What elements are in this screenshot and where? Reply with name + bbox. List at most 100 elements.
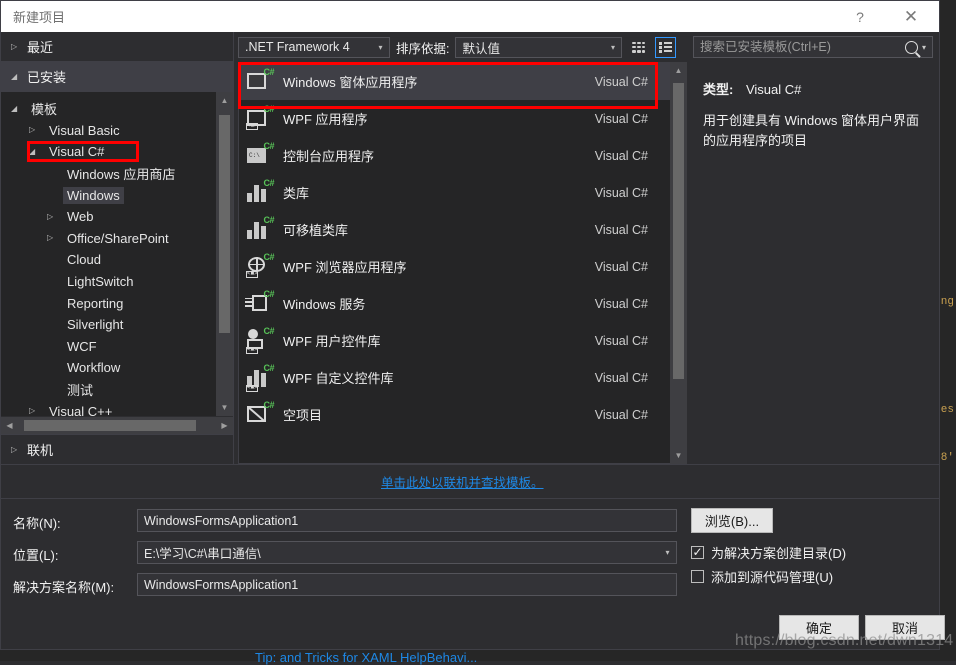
tree-item-reporting[interactable]: Reporting — [1, 292, 216, 314]
help-icon[interactable]: ? — [837, 1, 883, 32]
tree-item-lightswitch[interactable]: LightSwitch — [1, 271, 216, 293]
tree-item-label: Visual C++ — [45, 403, 116, 416]
template-list-item[interactable]: C#控制台应用程序Visual C# — [239, 137, 670, 174]
category-recent[interactable]: ▷ 最近 — [1, 32, 233, 62]
list-scroll-thumb[interactable] — [673, 83, 684, 379]
solution-name-input[interactable]: WindowsFormsApplication1 — [137, 573, 677, 596]
location-input[interactable]: E:\学习\C#\串口通信\ ▾ — [137, 541, 677, 564]
solution-name-value: WindowsFormsApplication1 — [138, 578, 298, 592]
tree-item-label: Silverlight — [63, 316, 127, 333]
tree-vertical-scrollbar[interactable]: ▲ ▼ — [216, 92, 233, 416]
tree-item-[interactable]: 测试 — [1, 379, 216, 401]
framework-dropdown[interactable]: .NET Framework 4 ▾ — [238, 37, 390, 58]
create-directory-checkbox[interactable] — [691, 546, 704, 559]
category-installed[interactable]: ◢ 已安装 — [1, 62, 233, 92]
create-directory-checkbox-row[interactable]: 为解决方案创建目录(D) — [691, 543, 846, 562]
scroll-up-icon[interactable]: ▲ — [670, 62, 687, 79]
tree-item-windows[interactable]: Windows 应用商店 — [1, 163, 216, 185]
chevron-down-icon[interactable]: ▾ — [922, 43, 926, 52]
tree-item-label: WCF — [63, 338, 101, 355]
tree-item-windows[interactable]: Windows — [1, 184, 216, 206]
backdrop-bottom-link[interactable]: Tip: and Tricks for XAML HelpBehavi... — [255, 650, 477, 665]
chevron-down-icon[interactable]: ▾ — [653, 548, 676, 557]
search-input[interactable] — [694, 39, 905, 55]
wpf-app-icon: <■>C# — [247, 106, 273, 132]
category-recent-label: 最近 — [27, 37, 53, 56]
template-name: 可移植类库 — [283, 220, 348, 239]
location-value: E:\学习\C#\串口通信\ — [138, 543, 261, 562]
template-list-item[interactable]: C#空项目Visual C# — [239, 396, 670, 433]
template-list-item[interactable]: C#Windows 服务Visual C# — [239, 285, 670, 322]
browse-button[interactable]: 浏览(B)... — [691, 508, 773, 533]
chevron-down-icon: ◢ — [11, 73, 27, 81]
categories-panel: ▷ 最近 ◢ 已安装 ◢模板▷Visual Basic◢Visual C#Win… — [1, 32, 234, 464]
tree-item-cloud[interactable]: Cloud — [1, 249, 216, 271]
tree-scroll-track[interactable] — [216, 109, 233, 399]
tree-horizontal-scrollbar[interactable]: ◀ ▶ — [1, 416, 233, 434]
template-description: 类型: Visual C# 用于创建具有 Windows 窗体用户界面的应用程序… — [693, 69, 933, 464]
framework-value: .NET Framework 4 — [239, 40, 350, 54]
source-control-checkbox[interactable] — [691, 570, 704, 583]
tree-item-workflow[interactable]: Workflow — [1, 357, 216, 379]
template-list-item[interactable]: <■>C#WPF 用户控件库Visual C# — [239, 322, 670, 359]
tree-item-visual-basic[interactable]: ▷Visual Basic — [1, 120, 216, 142]
scroll-right-icon[interactable]: ▶ — [216, 417, 233, 434]
list-view-icon[interactable] — [655, 37, 676, 58]
template-name: WPF 浏览器应用程序 — [283, 257, 407, 276]
search-box[interactable]: ▾ — [693, 36, 933, 58]
cancel-button[interactable]: 取消 — [865, 615, 945, 640]
tree-item-silverlight[interactable]: Silverlight — [1, 314, 216, 336]
tree-item-wcf[interactable]: WCF — [1, 336, 216, 358]
tree-item-label: Workflow — [63, 359, 124, 376]
list-scroll-track[interactable] — [670, 79, 687, 447]
template-list[interactable]: C#Windows 窗体应用程序Visual C#<■>C#WPF 应用程序Vi… — [238, 62, 670, 464]
class-library-icon: C# — [247, 180, 273, 206]
tree-item-office-sharepoint[interactable]: ▷Office/SharePoint — [1, 228, 216, 250]
tree-hscroll-track[interactable] — [18, 417, 216, 434]
ok-button[interactable]: 确定 — [779, 615, 859, 640]
template-name: 控制台应用程序 — [283, 146, 374, 165]
window-buttons: ? ✕ — [837, 1, 939, 32]
new-project-dialog: 新建项目 ? ✕ ▷ 最近 ◢ 已安装 ◢模板▷Visual Basic◢Vis… — [0, 0, 940, 650]
tree-item-web[interactable]: ▷Web — [1, 206, 216, 228]
category-online[interactable]: ▷ 联机 — [1, 434, 233, 464]
close-icon[interactable]: ✕ — [883, 1, 939, 32]
sort-dropdown[interactable]: 默认值 ▾ — [455, 37, 622, 58]
tree-item-visual-c#[interactable]: ◢Visual C# — [1, 141, 216, 163]
tree-item-label: LightSwitch — [63, 273, 137, 290]
chevron-down-icon[interactable]: ◢ — [29, 148, 45, 156]
template-list-scrollbar[interactable]: ▲ ▼ — [670, 62, 687, 464]
template-list-item[interactable]: <■>C#WPF 自定义控件库Visual C# — [239, 359, 670, 396]
scroll-down-icon[interactable]: ▼ — [216, 399, 233, 416]
project-name-input[interactable]: WindowsFormsApplication1 — [137, 509, 677, 532]
template-list-item[interactable]: <■>C#WPF 应用程序Visual C# — [239, 100, 670, 137]
dialog-body: ▷ 最近 ◢ 已安装 ◢模板▷Visual Basic◢Visual C#Win… — [1, 32, 939, 464]
tree-item-[interactable]: ◢模板 — [1, 98, 216, 120]
tree-scroll-thumb[interactable] — [219, 115, 230, 333]
scroll-up-icon[interactable]: ▲ — [216, 92, 233, 109]
chevron-down-icon[interactable]: ◢ — [11, 105, 27, 113]
search-icon[interactable] — [905, 41, 918, 54]
chevron-right-icon: ▷ — [11, 43, 27, 51]
template-list-item[interactable]: C#Windows 窗体应用程序Visual C# — [239, 63, 670, 100]
tree-item-label: Office/SharePoint — [63, 230, 173, 247]
tree-item-visual-c++[interactable]: ▷Visual C++ — [1, 400, 216, 416]
template-description-text: 用于创建具有 Windows 窗体用户界面的应用程序的项目 — [703, 111, 927, 151]
template-name: WPF 自定义控件库 — [283, 368, 394, 387]
chevron-right-icon[interactable]: ▷ — [47, 234, 63, 242]
tree-item-label: 测试 — [63, 379, 97, 400]
chevron-right-icon[interactable]: ▷ — [29, 407, 45, 415]
source-control-checkbox-row[interactable]: 添加到源代码管理(U) — [691, 567, 833, 586]
template-list-item[interactable]: C#可移植类库Visual C# — [239, 211, 670, 248]
chevron-right-icon[interactable]: ▷ — [29, 126, 45, 134]
chevron-right-icon[interactable]: ▷ — [47, 213, 63, 221]
template-list-item[interactable]: <■>C#WPF 浏览器应用程序Visual C# — [239, 248, 670, 285]
find-online-templates-link[interactable]: 单击此处以联机并查找模板。 — [381, 472, 544, 491]
template-name: 空项目 — [283, 405, 322, 424]
scroll-left-icon[interactable]: ◀ — [1, 417, 18, 434]
template-list-item[interactable]: C#类库Visual C# — [239, 174, 670, 211]
scroll-down-icon[interactable]: ▼ — [670, 447, 687, 464]
grid-view-icon[interactable] — [628, 37, 649, 58]
tree-hscroll-thumb[interactable] — [24, 420, 196, 431]
chevron-right-icon: ▷ — [11, 446, 27, 454]
